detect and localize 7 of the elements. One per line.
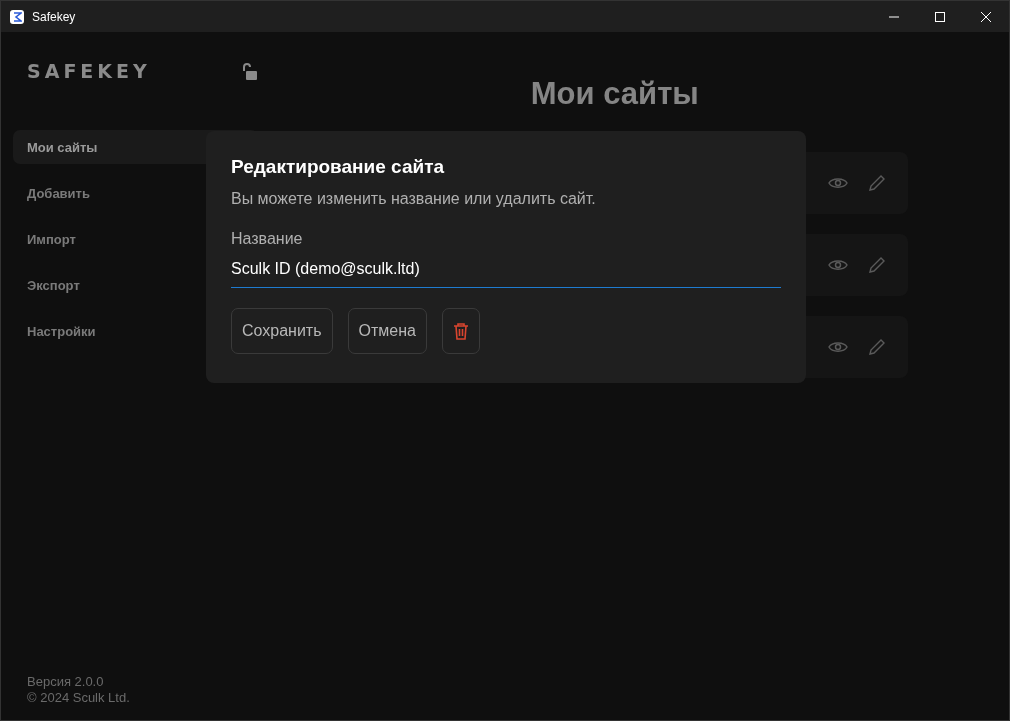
window-title: Safekey bbox=[32, 9, 76, 24]
logo: SAFEKEY bbox=[27, 60, 151, 82]
field-label: Название bbox=[231, 230, 304, 248]
dialog-description: Вы можете изменить название или удалить сайт. bbox=[231, 190, 597, 208]
copyright-text: © 2024 Sculk Ltd. bbox=[27, 690, 131, 706]
page-title: Мои сайты bbox=[530, 76, 699, 112]
version-text: Версия 2.0.0 bbox=[27, 674, 105, 690]
